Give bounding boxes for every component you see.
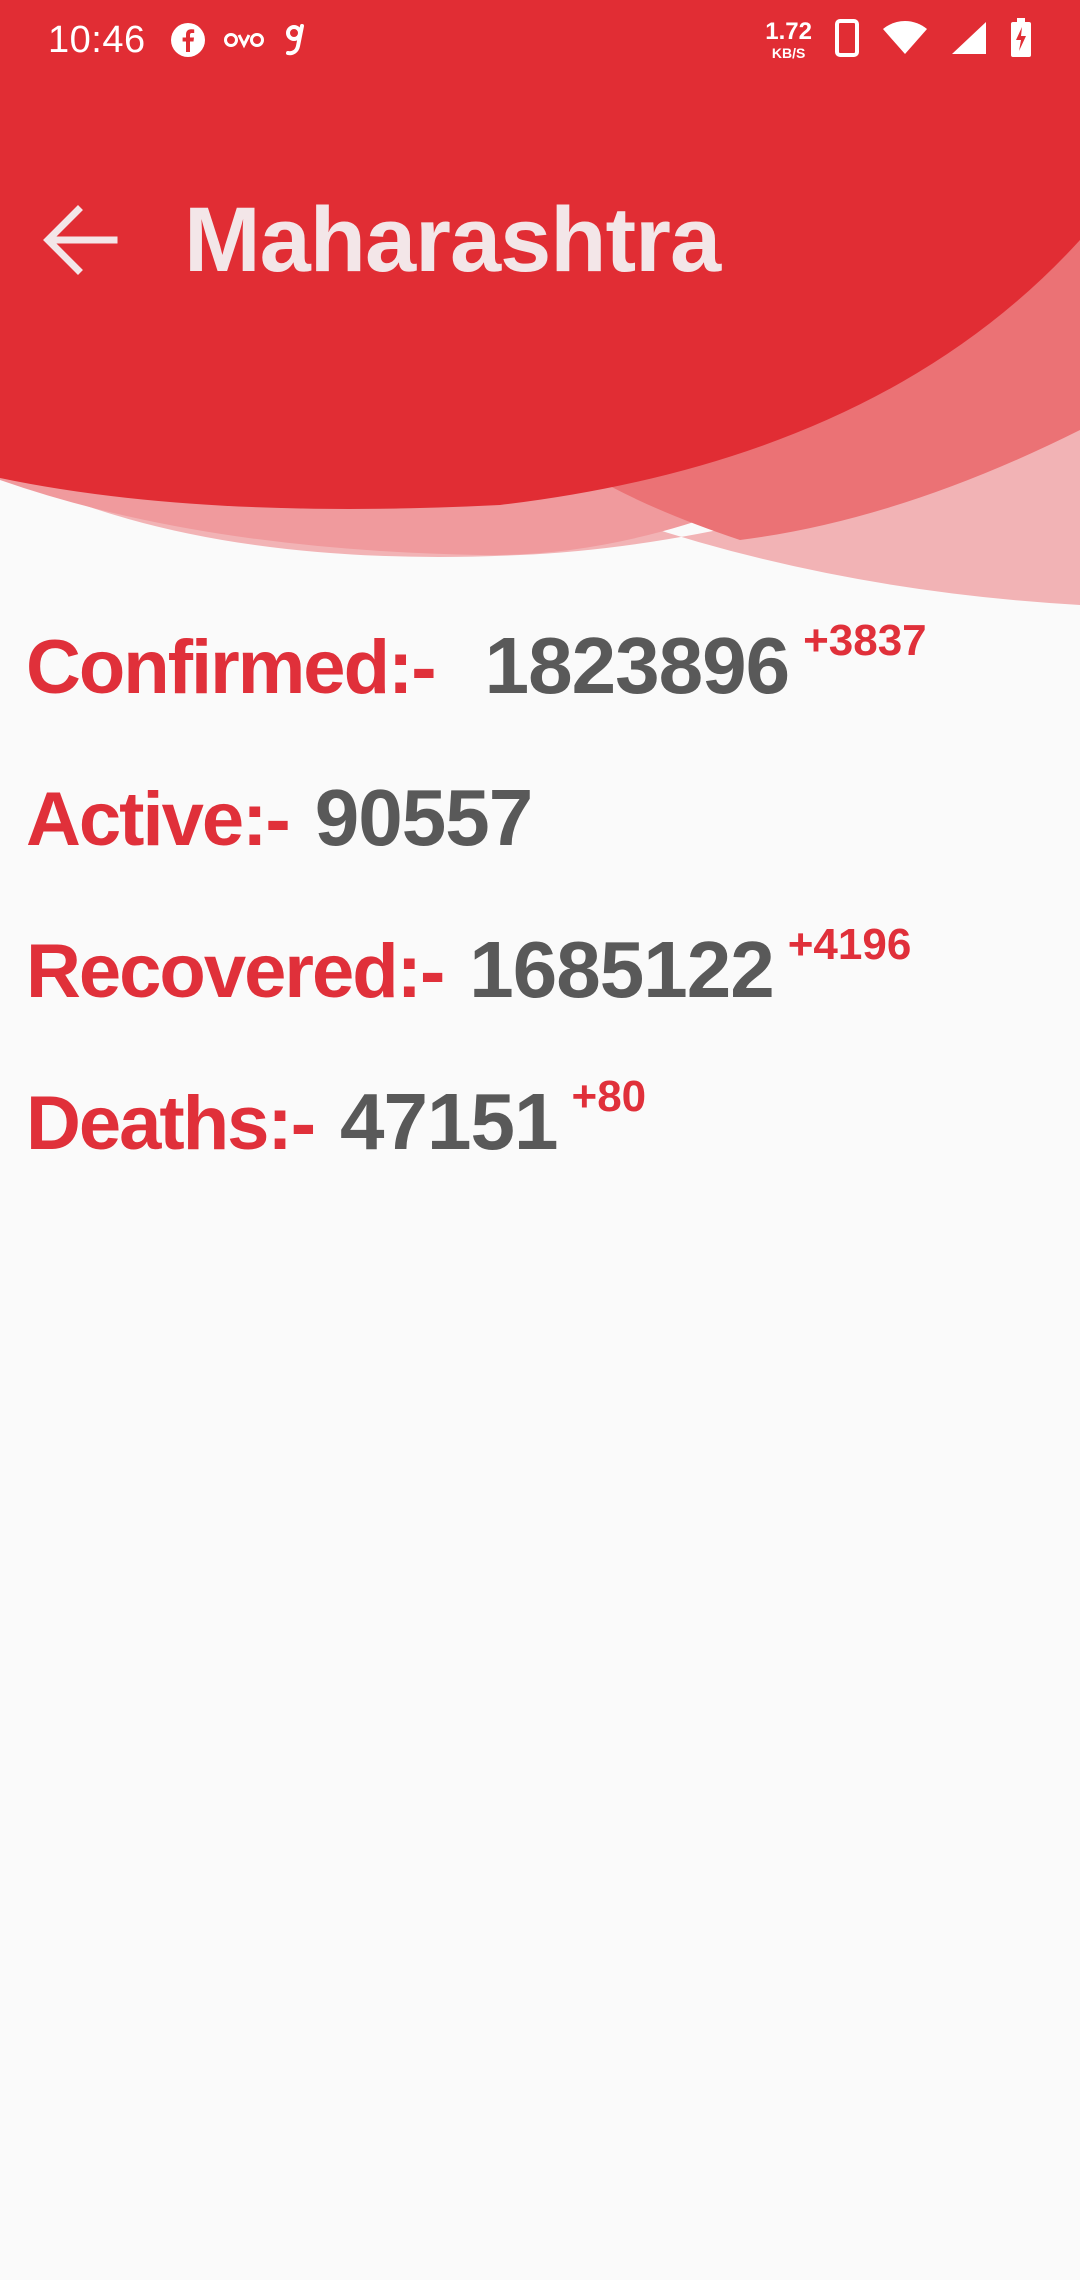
header-background (0, 0, 1080, 605)
status-time: 10:46 (48, 18, 146, 61)
notification-icons (170, 22, 308, 58)
system-icons: 1.72 KB/S (765, 17, 1032, 63)
battery-charging-icon (1010, 17, 1032, 63)
recovered-label: Recovered:- (26, 929, 445, 1014)
stat-row-active: Active:- 90557 (26, 772, 1056, 924)
gaana-icon (282, 22, 308, 58)
deaths-delta: +80 (571, 1072, 647, 1121)
screen: 10:46 1.72 KB/S Maharashtra Confirmed:- … (0, 0, 1080, 2280)
confirmed-value: 1823896 (484, 621, 790, 710)
oyo-icon (223, 30, 264, 50)
cell-signal-icon (950, 20, 988, 61)
deaths-label: Deaths:- (26, 1081, 316, 1166)
deaths-value: 47151 (340, 1077, 558, 1166)
recovered-delta: +4196 (787, 920, 912, 969)
net-speed-value: 1.72 (765, 18, 812, 45)
stat-row-confirmed: Confirmed:- 1823896 +3837 (26, 616, 1056, 772)
phone-vibrate-icon (834, 18, 860, 63)
back-button[interactable] (20, 180, 140, 300)
status-bar: 10:46 1.72 KB/S (0, 0, 1080, 80)
active-value: 90557 (314, 773, 533, 862)
active-label: Active:- (26, 777, 291, 862)
stats-list: Confirmed:- 1823896 +3837 Active:- 90557… (26, 616, 1056, 1228)
arrow-back-icon (43, 205, 118, 275)
stat-row-deaths: Deaths:- 47151 +80 (26, 1072, 1056, 1228)
confirmed-label: Confirmed:- (26, 625, 437, 710)
net-speed-unit: KB/S (771, 45, 806, 61)
facebook-icon (170, 22, 206, 58)
page-title: Maharashtra (184, 188, 721, 291)
confirmed-delta: +3837 (803, 616, 927, 665)
wifi-icon (882, 20, 928, 61)
stat-row-recovered: Recovered:- 1685122 +4196 (26, 920, 1056, 1076)
toolbar: Maharashtra (0, 170, 1080, 310)
recovered-value: 1685122 (469, 925, 774, 1014)
network-speed: 1.72 KB/S (765, 18, 812, 61)
